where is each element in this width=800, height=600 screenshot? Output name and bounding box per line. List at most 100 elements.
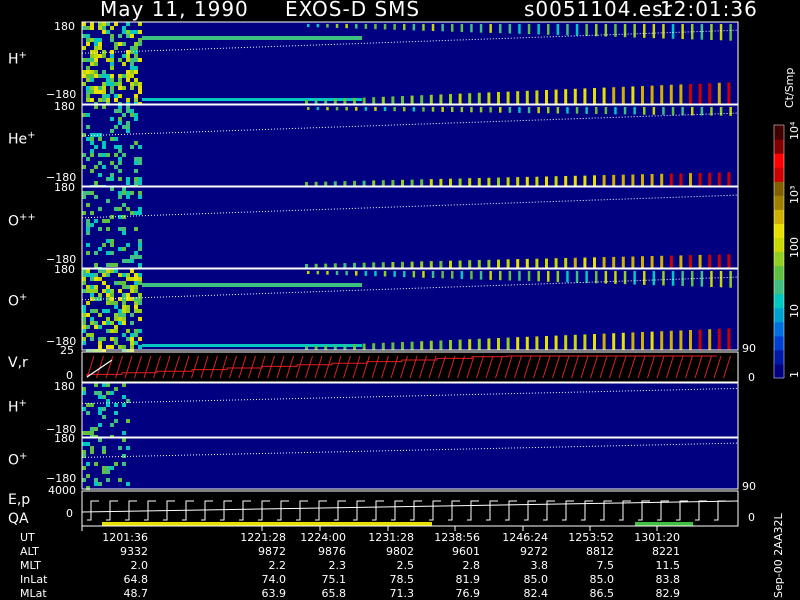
spike-top [681, 24, 684, 40]
heatmap-cell [110, 251, 114, 255]
spike-bottom [468, 260, 472, 268]
colorbar-swatch [774, 251, 784, 267]
spike-bottom [535, 90, 539, 104]
heatmap-cell [106, 391, 110, 395]
colorbar-swatch [774, 153, 784, 168]
heatmap-cell [130, 269, 134, 273]
heatmap-cell [98, 86, 102, 90]
heatmap-cell [106, 478, 110, 482]
spike-top [422, 24, 425, 31]
heatmap-cell [118, 446, 122, 450]
spike-top [527, 107, 531, 114]
heatmap-cell [86, 411, 90, 415]
heatmap-cell [134, 277, 138, 281]
heatmap-cell [110, 173, 114, 177]
heatmap-cell [86, 86, 90, 90]
spike-bottom [583, 257, 587, 268]
spike-bottom [381, 262, 385, 268]
heatmap-cell [114, 462, 118, 466]
band-bottom [142, 98, 362, 101]
heatmap-cell [110, 129, 114, 133]
orbit-cell: 1201:36 [102, 531, 148, 544]
heatmap-cell [118, 86, 122, 90]
heatmap-cell [86, 94, 90, 98]
heatmap-cell [110, 82, 114, 86]
heatmap-cell [82, 277, 86, 281]
heatmap-cell [134, 289, 138, 293]
spike-top [566, 107, 569, 114]
heatmap-cell [86, 157, 90, 161]
heatmap-cell [102, 26, 106, 30]
heatmap-cell [90, 273, 94, 277]
heatmap-cell [130, 50, 134, 54]
spike-top [518, 271, 521, 281]
heatmap-cell [94, 321, 98, 325]
heatmap-cell [82, 391, 86, 395]
heatmap-cell [98, 46, 102, 50]
heatmap-cell [122, 153, 126, 157]
spike-bottom [362, 343, 366, 350]
heatmap-cell [102, 219, 106, 223]
heatmap-cell [86, 301, 90, 305]
heatmap-cell [90, 333, 94, 337]
heatmap-cell [122, 431, 126, 435]
heatmap-cell [134, 117, 138, 121]
heatmap-cell [114, 329, 118, 333]
heatmap-cell [126, 399, 130, 403]
heatmap-cell [118, 117, 122, 121]
heatmap-cell [110, 263, 114, 267]
heatmap-cell [122, 187, 126, 191]
spike-top [470, 107, 473, 113]
heatmap-cell [102, 82, 106, 86]
colorbar-swatch [774, 321, 784, 337]
heatmap-cell [102, 145, 106, 149]
spike-top [383, 107, 387, 112]
spike-bottom [516, 259, 520, 268]
heatmap-cell [106, 30, 110, 34]
heatmap-cell [130, 333, 134, 337]
heatmap-cell [126, 482, 130, 486]
heatmap-cell [94, 263, 98, 267]
spike-bottom [410, 261, 414, 268]
heatmap-cell [94, 58, 98, 62]
heatmap-cell [90, 90, 94, 94]
heatmap-cell [118, 105, 122, 109]
spike-top [489, 271, 492, 280]
spike-bottom [516, 177, 520, 186]
spike-bottom [497, 259, 500, 268]
spike-top [345, 271, 348, 276]
spike-bottom [698, 329, 702, 350]
heatmap-cell [122, 297, 126, 301]
heatmap-cell [110, 345, 114, 349]
heatmap-cell [90, 149, 94, 153]
heatmap-cell [138, 145, 142, 149]
spike-bottom [429, 261, 433, 268]
spike-bottom [487, 338, 491, 350]
heatmap-cell [130, 46, 134, 50]
spike-bottom [420, 95, 424, 104]
spike-top [326, 24, 329, 28]
spike-bottom [573, 175, 577, 186]
spike-bottom [449, 260, 452, 268]
spike-top [383, 271, 387, 277]
heatmap-cell [86, 251, 90, 255]
spike-bottom [689, 330, 692, 350]
heatmap-cell [106, 98, 110, 102]
orbit-cell: 11.5 [655, 559, 681, 572]
heatmap-cell [106, 227, 110, 231]
heatmap-cell [90, 22, 94, 26]
spike-bottom [679, 330, 683, 350]
heatmap-cell [134, 301, 138, 305]
spike-bottom [689, 255, 692, 268]
heatmap-cell [138, 177, 142, 181]
spike-bottom [660, 255, 664, 268]
orbit-cell: 8221 [652, 545, 680, 558]
spike-top [345, 107, 348, 111]
heatmap-cell [118, 247, 122, 251]
heatmap-cell [86, 191, 90, 195]
heatmap-cell [114, 313, 118, 317]
spike-bottom [612, 174, 616, 186]
heatmap-cell [82, 309, 86, 313]
heatmap-cell [106, 301, 110, 305]
spike-bottom [506, 177, 510, 186]
